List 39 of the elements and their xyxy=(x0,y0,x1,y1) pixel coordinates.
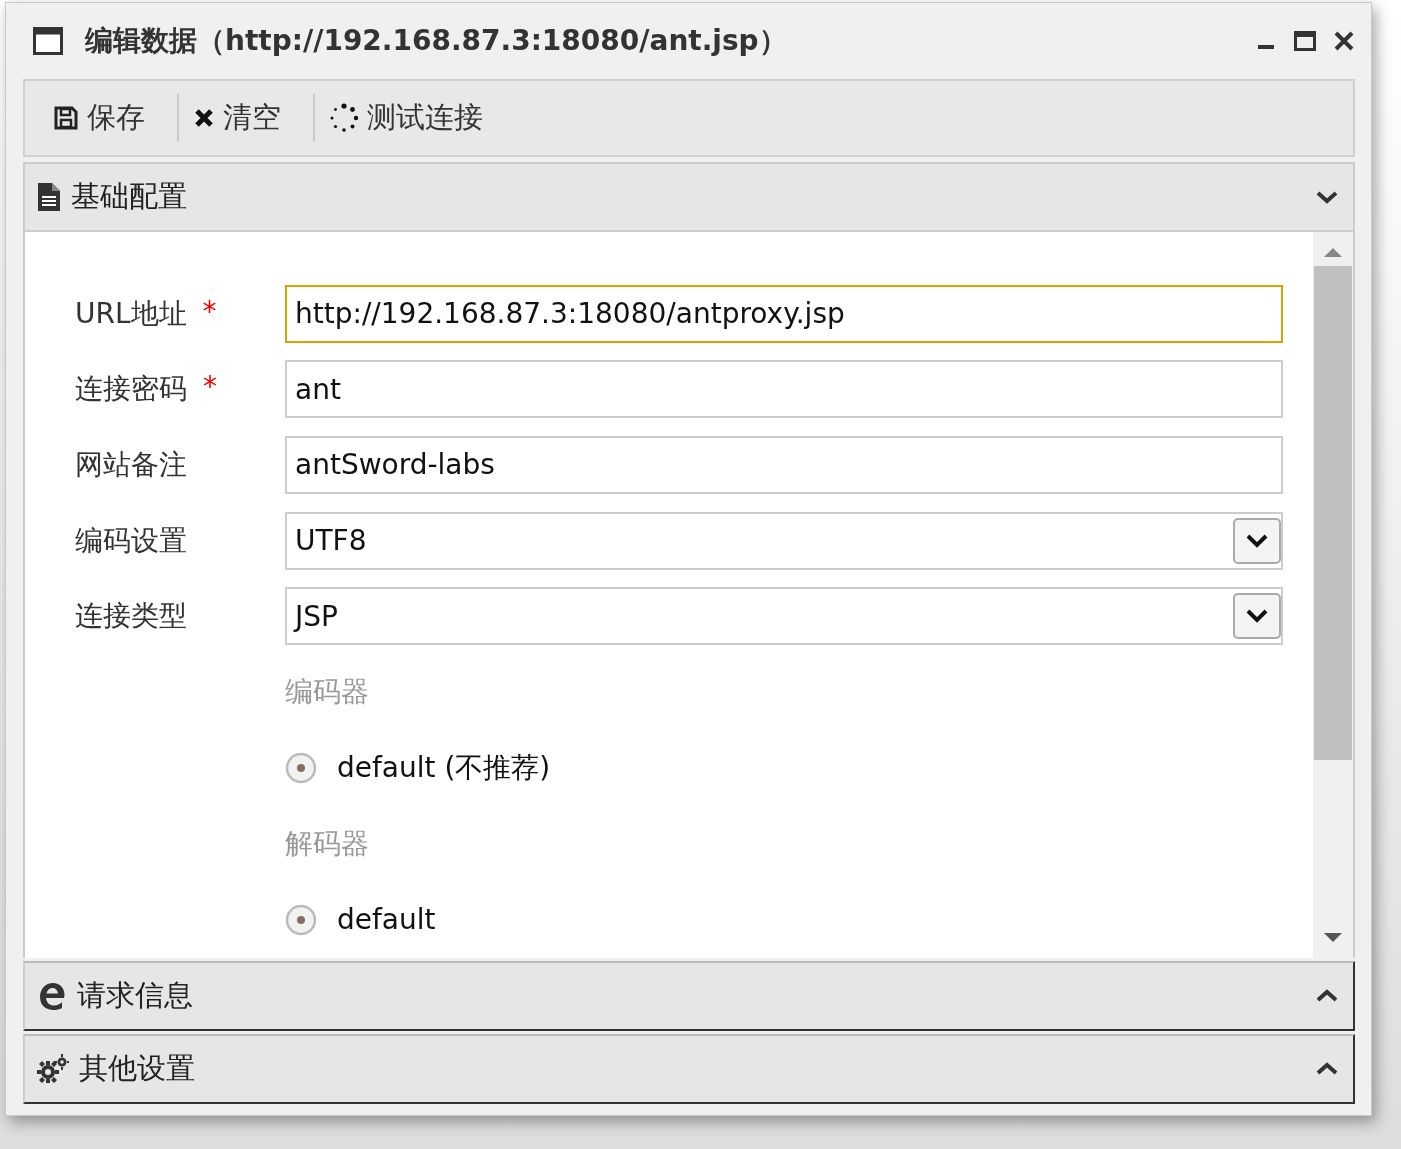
group-label: 解码器 xyxy=(285,825,370,862)
toolbar-button[interactable]: 测试连接 xyxy=(315,92,515,144)
x-icon xyxy=(193,107,215,129)
scroll-down-icon[interactable] xyxy=(1323,932,1343,944)
section-header[interactable]: 基础配置 xyxy=(23,162,1355,232)
section-header[interactable]: 其他设置 xyxy=(23,1034,1355,1104)
chevron-icon xyxy=(1315,189,1339,205)
field-label: URL地址 xyxy=(75,295,187,332)
document-icon xyxy=(37,182,61,212)
close-button[interactable] xyxy=(1333,30,1355,52)
chevron-icon xyxy=(1315,988,1339,1004)
window-title: 编辑数据（http://192.168.87.3:18080/ant.jsp） xyxy=(85,23,788,59)
radio-button[interactable] xyxy=(285,751,317,784)
field-label: 网站备注 xyxy=(75,447,187,483)
field-label: 连接密码 xyxy=(75,371,187,408)
option-label: default (不推荐) xyxy=(337,749,551,786)
scroll-up-icon[interactable] xyxy=(1323,246,1343,258)
section-header[interactable]: 请求信息 xyxy=(23,961,1355,1031)
dropdown-field[interactable]: UTF8 xyxy=(285,511,1283,570)
radio-button[interactable] xyxy=(285,903,317,936)
chevron-icon xyxy=(1315,1061,1339,1077)
window-icon xyxy=(33,27,63,55)
input-field[interactable]: antSword-labs xyxy=(285,436,1283,494)
required-marker: * xyxy=(203,370,217,406)
option-label: default xyxy=(337,903,436,937)
toolbar-button[interactable]: 保存 xyxy=(39,92,177,144)
scrollbar[interactable] xyxy=(1313,232,1353,958)
maximize-button[interactable] xyxy=(1293,30,1317,52)
input-field[interactable]: ant xyxy=(285,360,1283,419)
field-label: 连接类型 xyxy=(75,598,187,635)
field-label: 编码设置 xyxy=(75,522,187,559)
letter-e-icon xyxy=(37,981,67,1011)
dropdown-field[interactable]: JSP xyxy=(285,587,1283,646)
gears-icon xyxy=(37,1054,69,1084)
input-field[interactable]: http://192.168.87.3:18080/antproxy.jsp xyxy=(285,284,1283,343)
required-marker: * xyxy=(202,294,217,330)
dotted-spinner-icon xyxy=(329,103,359,133)
group-label: 编码器 xyxy=(285,673,370,710)
toolbar-button[interactable]: 清空 xyxy=(179,92,313,144)
